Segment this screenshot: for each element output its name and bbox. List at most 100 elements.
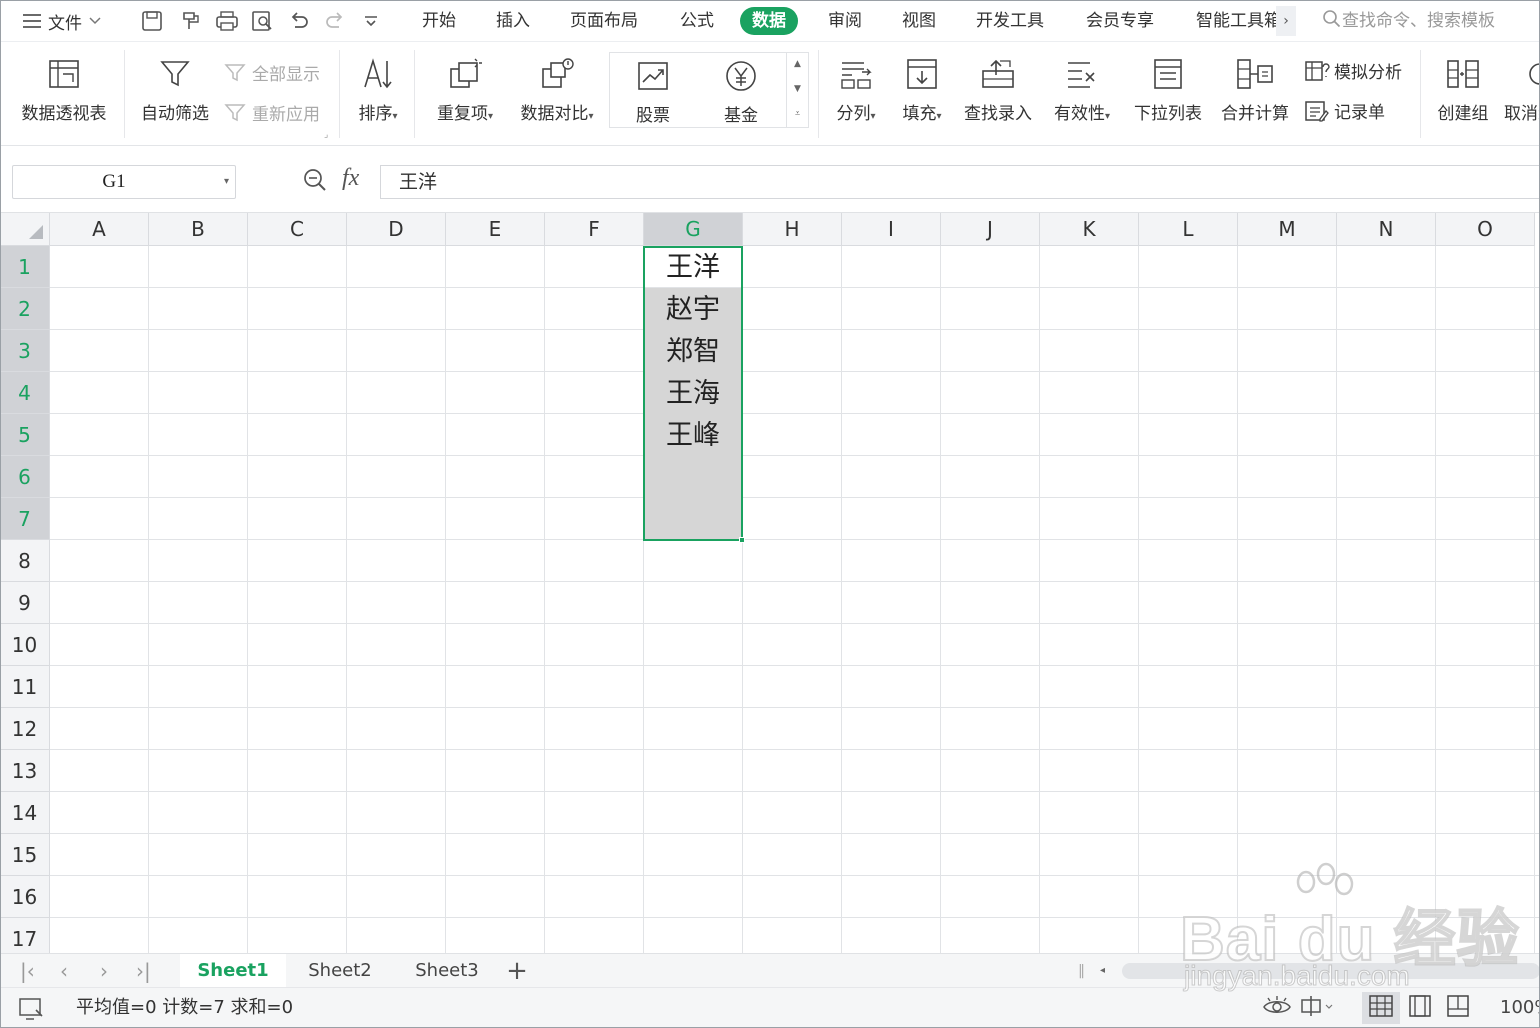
tab-home[interactable]: 开始 — [422, 7, 456, 35]
dropdown-list-button[interactable]: 下拉列表 — [1132, 54, 1204, 124]
horizontal-scrollbar[interactable] — [1122, 963, 1540, 979]
fill-button[interactable]: 填充▾ — [896, 54, 948, 124]
tab-insert[interactable]: 插入 — [496, 7, 530, 35]
cell-g3[interactable]: 郑智 — [644, 330, 742, 372]
row-header-1[interactable]: 1 — [0, 246, 50, 288]
record-form-button[interactable]: 记录单 — [1304, 98, 1385, 123]
zoom-formula-icon[interactable] — [302, 167, 328, 198]
tab-view[interactable]: 视图 — [902, 7, 936, 35]
cell-g2[interactable]: 赵宇 — [644, 288, 742, 330]
tab-data[interactable]: 数据 — [740, 7, 798, 35]
formula-input[interactable]: 王洋 — [380, 165, 1540, 199]
tab-developer[interactable]: 开发工具 — [976, 7, 1044, 35]
zoom-level[interactable]: 100% — [1500, 988, 1540, 1028]
column-header-m[interactable]: M — [1238, 213, 1337, 246]
scroll-splitter[interactable]: ‖ — [1078, 954, 1085, 988]
scroll-left-icon[interactable]: ◂ — [1100, 954, 1105, 988]
column-header-e[interactable]: E — [446, 213, 545, 246]
first-sheet-icon[interactable]: |‹ — [20, 954, 35, 988]
data-compare-button[interactable]: 数据对比▾ — [514, 54, 600, 124]
gallery-expand-icon[interactable]: ⩡ — [787, 102, 808, 127]
row-header-3[interactable]: 3 — [0, 330, 50, 372]
row-header-12[interactable]: 12 — [0, 708, 50, 750]
row-header-16[interactable]: 16 — [0, 876, 50, 918]
normal-view-icon[interactable] — [1368, 988, 1394, 1028]
row-header-15[interactable]: 15 — [0, 834, 50, 876]
consolidate-button[interactable]: 合并计算 — [1218, 54, 1292, 124]
column-header-d[interactable]: D — [347, 213, 446, 246]
page-break-view-icon[interactable] — [1446, 988, 1470, 1028]
column-header-h[interactable]: H — [743, 213, 842, 246]
customize-dropdown-icon[interactable] — [362, 9, 380, 33]
fill-handle[interactable] — [739, 537, 745, 543]
ungroup-button[interactable]: 取消组合 — [1504, 54, 1540, 124]
tab-review[interactable]: 审阅 — [828, 7, 862, 35]
reapply-button[interactable]: 重新应用 — [224, 100, 320, 125]
autofilter-button[interactable]: 自动筛选 — [138, 54, 212, 124]
redo-icon[interactable] — [322, 9, 348, 33]
row-header-6[interactable]: 6 — [0, 456, 50, 498]
next-sheet-icon[interactable]: › — [100, 954, 108, 988]
column-header-j[interactable]: J — [941, 213, 1040, 246]
column-header-c[interactable]: C — [248, 213, 347, 246]
column-header-f[interactable]: F — [545, 213, 644, 246]
last-sheet-icon[interactable]: ›| — [136, 954, 151, 988]
print-icon[interactable] — [214, 9, 240, 33]
row-header-13[interactable]: 13 — [0, 750, 50, 792]
insert-function-icon[interactable]: fx — [342, 165, 359, 192]
tab-member[interactable]: 会员专享 — [1086, 7, 1154, 35]
cell-g1[interactable]: 王洋 — [644, 246, 742, 288]
spreadsheet-grid[interactable]: ABCDEFGHIJKLMNO 1 2 3 4 5 6 7 8 9 10 11 12 13 14 15 16 1… — [0, 213, 1540, 953]
tab-page-layout[interactable]: 页面布局 — [570, 7, 638, 35]
show-all-button[interactable]: 全部显示 — [224, 60, 320, 85]
tabs-more-button[interactable]: › — [1276, 6, 1296, 36]
create-group-button[interactable]: 创建组 — [1434, 54, 1492, 124]
page-layout-view-icon[interactable] — [1408, 988, 1432, 1028]
column-header-o[interactable]: O — [1436, 213, 1535, 246]
fund-button[interactable]: 基金 — [710, 56, 772, 126]
layout-center-icon[interactable] — [1298, 988, 1336, 1028]
text-to-columns-button[interactable]: 分列▾ — [830, 54, 882, 124]
filter-options-launcher-icon[interactable]: ⌟ — [324, 130, 328, 140]
column-header-a[interactable]: A — [50, 213, 149, 246]
row-header-7[interactable]: 7 — [0, 498, 50, 540]
gallery-up-icon[interactable]: ▲ — [787, 52, 808, 77]
row-header-10[interactable]: 10 — [0, 624, 50, 666]
print-preview-icon[interactable] — [250, 9, 276, 33]
sheet-tab-1[interactable]: Sheet1 — [180, 954, 286, 988]
row-header-4[interactable]: 4 — [0, 372, 50, 414]
gallery-down-icon[interactable]: ▼ — [787, 77, 808, 102]
add-sheet-icon[interactable]: + — [504, 954, 530, 988]
row-header-5[interactable]: 5 — [0, 414, 50, 456]
duplicates-button[interactable]: 重复项▾ — [430, 54, 500, 124]
row-header-9[interactable]: 9 — [0, 582, 50, 624]
sheet-tab-2[interactable]: Sheet2 — [290, 954, 390, 988]
column-header-k[interactable]: K — [1040, 213, 1139, 246]
name-box[interactable]: G1 ▾ — [12, 165, 236, 199]
gallery-scroller[interactable]: ▲ ▼ ⩡ — [786, 52, 808, 128]
column-header-i[interactable]: I — [842, 213, 941, 246]
column-header-b[interactable]: B — [149, 213, 248, 246]
macro-record-icon[interactable] — [18, 996, 46, 1022]
name-box-dropdown-icon[interactable]: ▾ — [224, 166, 229, 198]
pivot-table-button[interactable]: 数据透视表 — [18, 54, 110, 124]
save-icon[interactable] — [140, 9, 166, 33]
prev-sheet-icon[interactable]: ‹ — [60, 954, 68, 988]
tab-formulas[interactable]: 公式 — [680, 7, 714, 35]
command-search[interactable]: 查找命令、搜索模板 — [1322, 7, 1495, 35]
row-header-17[interactable]: 17 — [0, 918, 50, 953]
cell-g5[interactable]: 王峰 — [644, 414, 742, 456]
row-header-2[interactable]: 2 — [0, 288, 50, 330]
tab-smart-tools[interactable]: 智能工具箱 — [1196, 7, 1276, 35]
undo-icon[interactable] — [286, 9, 312, 33]
column-header-n[interactable]: N — [1337, 213, 1436, 246]
file-menu[interactable]: 文件 — [22, 0, 102, 42]
select-all-corner[interactable] — [0, 213, 50, 246]
sort-button[interactable]: 排序▾ — [352, 54, 404, 124]
row-header-11[interactable]: 11 — [0, 666, 50, 708]
validation-button[interactable]: 有效性▾ — [1048, 54, 1116, 124]
sheet-tab-3[interactable]: Sheet3 — [396, 954, 498, 988]
lookup-entry-button[interactable]: 查找录入 — [962, 54, 1034, 124]
eye-protection-icon[interactable] — [1262, 988, 1292, 1028]
stock-button[interactable]: 股票 — [622, 56, 684, 126]
